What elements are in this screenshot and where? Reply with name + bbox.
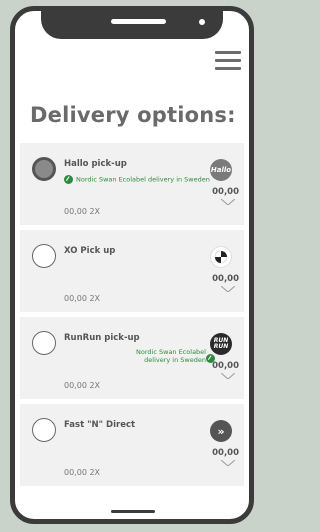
- delivery-option-hallo[interactable]: Hallo pick-up Nordic Swan Ecolabel deliv…: [20, 143, 244, 225]
- radio-fast-n-direct[interactable]: [32, 418, 56, 442]
- phone-notch: [41, 11, 223, 39]
- chevron-down-icon[interactable]: [221, 286, 235, 292]
- delivery-option-runrun[interactable]: RunRun pick-up Nordic Swan Ecolabel deli…: [20, 317, 244, 399]
- home-indicator[interactable]: [111, 510, 155, 513]
- runrun-logo-icon: RUN RUN: [210, 333, 232, 355]
- eco-text: Nordic Swan Ecolabel delivery in Sweden: [76, 175, 210, 184]
- chevron-down-icon[interactable]: [221, 460, 235, 466]
- phone-frame: Delivery options: Hallo pick-up Nordic S…: [10, 6, 254, 524]
- option-qty: 00,00 2X: [64, 294, 101, 303]
- delivery-option-xo[interactable]: XO Pick up 00,00 2X 00,00: [20, 230, 244, 312]
- chevron-down-icon[interactable]: [221, 199, 235, 205]
- page-title: Delivery options:: [30, 103, 236, 127]
- radio-xo[interactable]: [32, 244, 56, 268]
- hallo-logo-text: Hallo: [210, 166, 232, 174]
- chevron-down-icon[interactable]: [221, 373, 235, 379]
- option-qty: 00,00 2X: [64, 207, 101, 216]
- camera-dot: [199, 19, 205, 25]
- option-qty: 00,00 2X: [64, 381, 101, 390]
- eco-text-line2: delivery in Sweden: [144, 356, 206, 365]
- eco-label: Nordic Swan Ecolabel delivery in Sweden: [136, 348, 206, 365]
- runrun-logo-text-2: RUN: [213, 343, 229, 350]
- nordic-swan-leaf-icon: [64, 175, 73, 184]
- xo-logo-mark: [214, 250, 228, 264]
- eco-text-line1: Nordic Swan Ecolabel: [136, 348, 206, 356]
- eco-label: Nordic Swan Ecolabel delivery in Sweden: [64, 175, 210, 184]
- fast-logo-glyph: »: [217, 424, 225, 438]
- option-price: 00,00: [212, 361, 239, 371]
- option-name: XO Pick up: [64, 246, 116, 256]
- xo-logo-icon: [210, 246, 232, 268]
- hallo-logo-icon: Hallo: [210, 159, 232, 181]
- delivery-option-fast-n-direct[interactable]: Fast "N" Direct 00,00 2X » 00,00: [20, 404, 244, 486]
- option-name: RunRun pick-up: [64, 333, 140, 343]
- speaker-slot: [111, 19, 166, 24]
- hamburger-menu-icon[interactable]: [215, 51, 241, 73]
- option-price: 00,00: [212, 448, 239, 458]
- radio-runrun[interactable]: [32, 331, 56, 355]
- option-name: Fast "N" Direct: [64, 420, 136, 430]
- option-price: 00,00: [212, 187, 239, 197]
- radio-hallo[interactable]: [32, 157, 56, 181]
- fast-n-direct-logo-icon: »: [210, 420, 232, 442]
- option-qty: 00,00 2X: [64, 468, 101, 477]
- option-name: Hallo pick-up: [64, 159, 127, 169]
- option-price: 00,00: [212, 274, 239, 284]
